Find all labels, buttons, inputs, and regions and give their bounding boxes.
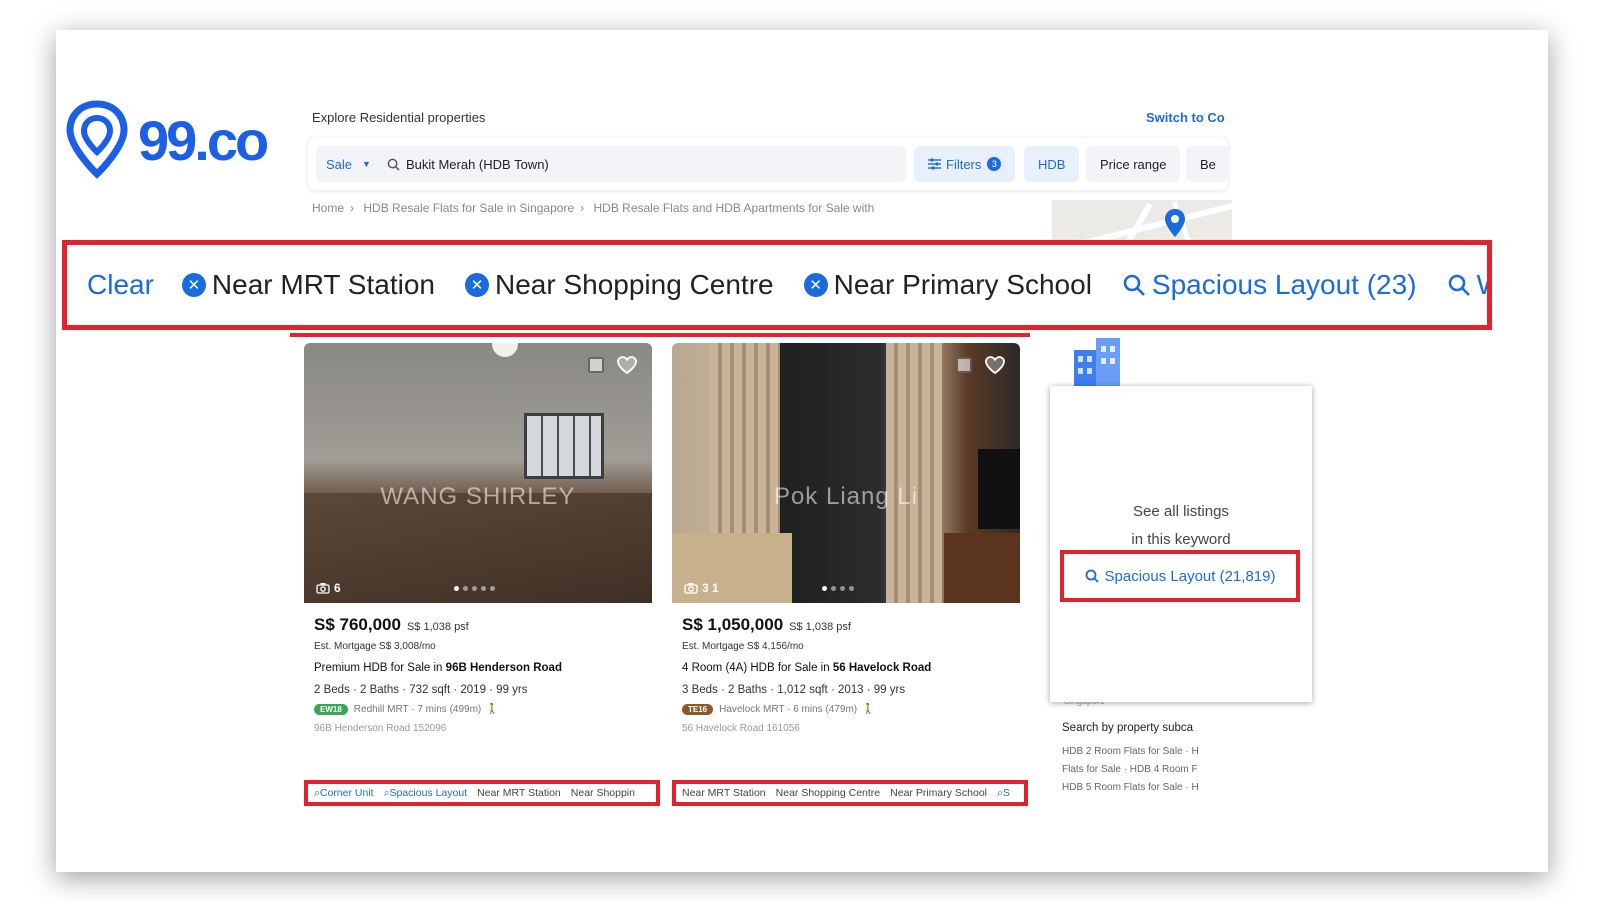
listing-photo[interactable]: Pok Liang Li 3 1: [672, 343, 1020, 603]
keyword-tag-search[interactable]: ⌕Spacious Layout: [384, 787, 468, 800]
camera-icon: [316, 583, 330, 594]
listing-specs: 2 Beds · 2 Baths · 732 sqft · 2019 · 99 …: [314, 684, 528, 696]
sidebar-subcategory-title: Search by property subca: [1062, 722, 1194, 734]
search-icon: [387, 158, 400, 171]
keyword-chip-suggestion[interactable]: Spacious Layout (23): [1122, 269, 1417, 301]
map-preview[interactable]: [1052, 200, 1232, 244]
listing-address: 56 Havelock Road 161056: [682, 723, 800, 734]
photo-carousel-dots[interactable]: [454, 586, 499, 591]
building-illustration-icon: [1074, 338, 1120, 390]
keyword-tag-search[interactable]: ⌕Corner Unit: [314, 787, 374, 800]
photo-watermark: Pok Liang Li: [773, 483, 919, 510]
screenshot-frame: 99.co Explore Residential properties Swi…: [56, 30, 1548, 872]
switch-commercial-link[interactable]: Switch to Co: [1146, 110, 1225, 125]
sidebar-subcategory-link[interactable]: HDB 5 Room Flats for Sale · H: [1062, 782, 1199, 793]
breadcrumb-home[interactable]: Home: [312, 201, 344, 215]
beds-filter-button[interactable]: Be: [1186, 146, 1230, 182]
keyword-chip-selected[interactable]: ✕ Near MRT Station: [181, 269, 435, 301]
photo-count: 3 1: [684, 581, 719, 595]
remove-x-icon[interactable]: ✕: [181, 273, 206, 297]
price-range-button[interactable]: Price range: [1086, 146, 1181, 182]
ceiling-lamp: [492, 343, 518, 357]
photo-watermark: WANG SHIRLEY: [380, 483, 576, 510]
search-icon: [1123, 274, 1145, 296]
mortgage-estimate: Est. Mortgage S$ 3,008/mo: [314, 641, 436, 652]
mrt-line-badge: EW18: [314, 704, 348, 715]
filters-label: Filters: [946, 156, 982, 172]
listing-price: S$ 760,000 S$ 1,038 psf: [314, 615, 469, 634]
breadcrumb-current: HDB Resale Flats and HDB Apartments for …: [593, 201, 875, 215]
search-bar: Sale ▼ Bukit Merah (HDB Town) Filters 3 …: [308, 138, 1230, 190]
sidebar-subcategory-link[interactable]: HDB 2 Room Flats for Sale · H: [1062, 746, 1199, 757]
caret-down-icon[interactable]: ▼: [362, 159, 371, 169]
curtain: [886, 343, 942, 603]
listing-title[interactable]: 4 Room (4A) HDB for Sale in 56 Havelock …: [682, 662, 1012, 674]
compare-checkbox[interactable]: [956, 357, 972, 373]
search-icon: [1448, 274, 1470, 296]
location-search-input[interactable]: Sale ▼ Bukit Merah (HDB Town): [316, 146, 906, 182]
keyword-popup-card: See all listings in this keyword Spaciou…: [1050, 386, 1312, 702]
chevron-right-icon: ›: [580, 201, 585, 215]
keyword-tags: Near MRT Station Near Shopping Centre Ne…: [672, 780, 1028, 806]
listing-card[interactable]: WANG SHIRLEY 6 S$ 760,000 S$ 1,038 psf Es…: [304, 343, 660, 806]
popup-message: See all listings in this keyword: [1131, 503, 1231, 548]
sidebar-subcategory-link[interactable]: Flats for Sale · HDB 4 Room F: [1062, 764, 1198, 775]
keyword-tag[interactable]: Near MRT Station: [682, 787, 766, 799]
walking-person-icon: 🚶: [486, 704, 499, 715]
listing-photo[interactable]: WANG SHIRLEY 6: [304, 343, 652, 603]
heart-icon[interactable]: [984, 355, 1006, 375]
breadcrumb-hdb-resale[interactable]: HDB Resale Flats for Sale in Singapore: [363, 201, 574, 215]
remove-x-icon[interactable]: ✕: [803, 273, 828, 297]
window: [524, 413, 604, 479]
cabinet: [944, 533, 1020, 603]
brand-logo[interactable]: 99.co: [64, 100, 269, 180]
chevron-right-icon: ›: [350, 201, 355, 215]
logo-text: 99.co: [138, 108, 269, 172]
filters-count-badge: 3: [987, 157, 1002, 171]
mrt-info: TE16 Havelock MRT · 6 mins (479m) 🚶: [682, 704, 1012, 715]
sliders-icon: [928, 158, 941, 170]
heart-icon[interactable]: [616, 355, 638, 375]
location-pin-logo-icon: [66, 100, 128, 179]
photo-count: 6: [316, 581, 341, 595]
keyword-tag[interactable]: Near Shoppin: [571, 787, 635, 799]
keyword-tag[interactable]: Near MRT Station: [477, 787, 561, 799]
filters-button[interactable]: Filters 3: [914, 146, 1016, 182]
explore-label: Explore Residential properties: [312, 110, 486, 125]
mortgage-estimate: Est. Mortgage S$ 4,156/mo: [682, 641, 804, 652]
mrt-info: EW18 Redhill MRT · 7 mins (499m) 🚶: [314, 704, 644, 715]
callout-underline: [290, 333, 1030, 337]
price-psf: S$ 1,038 psf: [406, 621, 469, 633]
listing-card[interactable]: Pok Liang Li 3 1 S$ 1,050,000 S$ 1,038 ps…: [672, 343, 1028, 806]
mrt-line-badge: TE16: [682, 704, 714, 715]
see-all-keyword-link[interactable]: Spacious Layout (21,819): [1060, 550, 1300, 602]
listing-price: S$ 1,050,000 S$ 1,038 psf: [682, 615, 851, 634]
camera-icon: [684, 583, 698, 594]
listing-mode-select[interactable]: Sale: [326, 157, 352, 172]
keyword-tag[interactable]: Near Shopping Centre: [776, 787, 880, 799]
walking-person-icon: 🚶: [862, 704, 875, 715]
breadcrumb: Home › HDB Resale Flats for Sale in Singa…: [312, 201, 880, 215]
keyword-chip-suggestion[interactable]: We: [1447, 269, 1487, 301]
clear-keywords-button[interactable]: Clear: [87, 269, 154, 301]
price-psf: S$ 1,038 psf: [789, 621, 851, 633]
map-pin-icon: [1165, 209, 1185, 237]
keyword-chips-zoom-callout: Clear ✕ Near MRT Station ✕ Near Shopping C…: [62, 240, 1492, 330]
keyword-tag[interactable]: Near Primary School: [890, 787, 987, 799]
keyword-chip-selected[interactable]: ✕ Near Shopping Centre: [464, 269, 774, 301]
search-icon: [1085, 569, 1099, 583]
keyword-tags: ⌕Corner Unit ⌕Spacious Layout Near MRT S…: [304, 780, 660, 806]
listing-info: S$ 1,050,000 S$ 1,038 psf Est. Mortgage S…: [682, 611, 1012, 734]
hdb-filter-button[interactable]: HDB: [1024, 146, 1080, 182]
listing-info: S$ 760,000 S$ 1,038 psf Est. Mortgage S$ …: [314, 611, 644, 734]
compare-checkbox[interactable]: [588, 357, 604, 373]
listing-address: 96B Henderson Road 152096: [314, 723, 447, 734]
listing-specs: 3 Beds · 2 Baths · 1,012 sqft · 2013 · 9…: [682, 684, 906, 696]
photo-carousel-dots[interactable]: [822, 586, 858, 591]
location-value: Bukit Merah (HDB Town): [405, 156, 549, 172]
keyword-tag-search[interactable]: ⌕S: [997, 787, 1010, 800]
keyword-chip-selected[interactable]: ✕ Near Primary School: [803, 269, 1092, 301]
remove-x-icon[interactable]: ✕: [464, 273, 489, 297]
listing-title[interactable]: Premium HDB for Sale in 96B Henderson Ro…: [314, 662, 644, 674]
